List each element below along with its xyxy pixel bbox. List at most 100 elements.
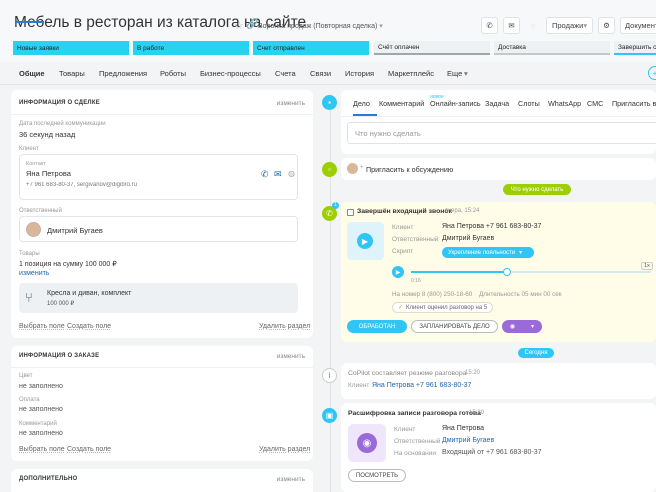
responsible-label: Ответственный bbox=[19, 208, 62, 214]
products-label: Товары bbox=[19, 251, 40, 257]
stage-label: Счет отправлен bbox=[257, 44, 305, 52]
stage-4[interactable]: Счёт оплачен bbox=[374, 41, 490, 55]
stage-3[interactable]: Счет отправлен bbox=[253, 41, 369, 55]
activity-tab-1[interactable]: Дело bbox=[353, 99, 370, 108]
avatar[interactable] bbox=[26, 222, 41, 237]
document-label: Документ bbox=[625, 21, 656, 30]
activity-tab-4[interactable]: Задача bbox=[485, 99, 509, 108]
products-edit-link[interactable]: изменить bbox=[19, 270, 49, 277]
add-icon[interactable]: + bbox=[648, 66, 656, 80]
script-name: Укрепление лояльности bbox=[448, 249, 516, 256]
chat-icon: ▫ bbox=[322, 162, 337, 177]
tab-2[interactable]: Товары bbox=[59, 69, 85, 78]
stage-label: Доставка bbox=[498, 43, 526, 51]
tab-1[interactable]: Общие bbox=[19, 69, 45, 78]
tab-3[interactable]: Предложения bbox=[99, 69, 147, 78]
call-client[interactable]: Яна Петрова +7 961 683-80-37 bbox=[442, 223, 541, 230]
link-icon[interactable]: 🔗 bbox=[246, 19, 258, 30]
chevron-down-icon: ▾ bbox=[531, 324, 535, 330]
document-icon: ▣ bbox=[322, 408, 337, 423]
phone-icon[interactable]: ✆ bbox=[261, 169, 269, 180]
audio-track[interactable] bbox=[411, 268, 651, 276]
copilot-client-label: Клиент bbox=[348, 382, 370, 389]
transcript-client-label: Клиент bbox=[394, 426, 416, 433]
stage-label: Счёт оплачен bbox=[378, 43, 420, 51]
call-script-label: Скрипт bbox=[392, 248, 414, 255]
product-item[interactable]: ⑂ Кресла и диван, комплект 100 000 ₽ bbox=[19, 283, 298, 313]
audio-scrubber[interactable] bbox=[503, 268, 511, 276]
today-pill: Сегодня bbox=[518, 348, 554, 358]
star-icon[interactable]: ☆ bbox=[234, 19, 244, 32]
tab-4[interactable]: Роботы bbox=[160, 69, 186, 78]
audio-thumbnail[interactable]: ▶ bbox=[347, 222, 384, 260]
extra-edit-link[interactable]: изменить bbox=[277, 476, 305, 483]
order-info-edit-link[interactable]: изменить bbox=[277, 353, 305, 360]
select-field-link[interactable]: Выбрать поле bbox=[19, 323, 65, 330]
client-label: Клиент bbox=[19, 146, 39, 152]
extra-card: ДОПОЛНИТЕЛЬНО изменить bbox=[11, 469, 313, 492]
tab-8[interactable]: История bbox=[345, 69, 374, 78]
contact-name[interactable]: Яна Петрова bbox=[26, 169, 71, 178]
info-icon: i bbox=[322, 368, 337, 383]
tab-9[interactable]: Маркетплейс bbox=[388, 69, 434, 78]
create-field-link[interactable]: Создать поле bbox=[67, 446, 111, 453]
plan-task-button[interactable]: ЗАПЛАНИРОВАТЬ ДЕЛО bbox=[411, 320, 498, 333]
todo-placeholder: Что нужно сделать bbox=[355, 129, 421, 138]
transcript-title: Расшифровка записи разговора готова bbox=[348, 410, 481, 417]
document-button[interactable]: Документ bbox=[620, 17, 656, 34]
processed-button[interactable]: ОБРАБОТАН bbox=[347, 320, 407, 333]
phone-button[interactable]: ✆ bbox=[481, 17, 498, 34]
copilot-icon: ◉ bbox=[509, 324, 516, 330]
tabs-divider bbox=[0, 84, 656, 85]
transcript-client[interactable]: Яна Петрова bbox=[442, 425, 484, 432]
contact-details: +7 961 683-80-37, sergivanov@digibro.ru bbox=[26, 182, 137, 188]
activity-tab-2[interactable]: Комментарий bbox=[379, 99, 424, 108]
activity-tab-5[interactable]: Слоты bbox=[518, 99, 540, 108]
activity-tab-6[interactable]: WhatsApp bbox=[548, 99, 581, 108]
stage-5[interactable]: Доставка bbox=[494, 41, 610, 55]
deal-info-edit-link[interactable]: изменить bbox=[277, 100, 305, 107]
tab-7[interactable]: Связи bbox=[310, 69, 331, 78]
sales-button[interactable]: Продажи ▾ bbox=[546, 17, 593, 34]
funnel-selector[interactable]: Воронка продаж (Повторная сделка) ▾ bbox=[258, 22, 383, 30]
call-title: Завершён входящий звонок bbox=[357, 208, 452, 215]
transcript-thumbnail[interactable]: ◉ bbox=[348, 424, 386, 462]
gear-icon: ⚙ bbox=[603, 21, 610, 30]
activity-tab-3[interactable]: Онлайн-запись bbox=[430, 99, 481, 108]
view-button[interactable]: ПОСМОТРЕТЬ bbox=[348, 469, 406, 482]
order-info-heading: ИНФОРМАЦИЯ О ЗАКАЗЕ bbox=[19, 353, 100, 359]
delete-section-link[interactable]: Удалить раздел bbox=[259, 446, 310, 453]
speed-control[interactable]: 1x bbox=[641, 262, 653, 270]
copilot-client[interactable]: Яна Петрова +7 961 683-80-37 bbox=[372, 382, 471, 389]
divider bbox=[11, 114, 313, 115]
mail-icon[interactable]: ✉ bbox=[274, 169, 282, 180]
tab-10[interactable]: Еще bbox=[447, 69, 462, 78]
activity-tab-7[interactable]: СМС bbox=[587, 99, 603, 108]
copilot-title: CoPilot составляет резюме разговора bbox=[348, 370, 467, 377]
copilot-button[interactable]: ◉ ▾ bbox=[502, 320, 542, 333]
responsible-name[interactable]: Дмитрий Бугаев bbox=[47, 226, 103, 235]
tab-5[interactable]: Бизнес-процессы bbox=[200, 69, 261, 78]
stage-2[interactable]: В работе bbox=[133, 41, 249, 55]
chevron-down-icon: ▾ bbox=[519, 250, 523, 256]
tab-6[interactable]: Счета bbox=[275, 69, 296, 78]
create-field-link[interactable]: Создать поле bbox=[67, 323, 111, 330]
chat-icon[interactable]: ◌ bbox=[526, 17, 540, 34]
play-icon: ▶ bbox=[357, 233, 373, 249]
delete-section-link[interactable]: Удалить раздел bbox=[259, 323, 310, 330]
transcript-card: Расшифровка записи разговора готова 15:2… bbox=[341, 403, 656, 492]
settings-button[interactable]: ⚙ bbox=[598, 17, 615, 34]
mail-button[interactable]: ✉ bbox=[503, 17, 520, 34]
stage-6[interactable]: Завершить сде bbox=[614, 41, 656, 55]
chat-icon[interactable]: ◍ bbox=[288, 169, 295, 178]
select-field-link[interactable]: Выбрать поле bbox=[19, 446, 65, 453]
transcript-resp[interactable]: Дмитрий Бугаев bbox=[442, 437, 494, 444]
script-pill[interactable]: Укрепление лояльности ▾ bbox=[442, 247, 534, 258]
call-resp[interactable]: Дмитрий Бугаев bbox=[442, 235, 494, 242]
play-button[interactable]: ▶ bbox=[392, 266, 404, 278]
todo-input[interactable]: Что нужно сделать bbox=[347, 122, 656, 144]
activity-tab-8[interactable]: Пригласить в ч bbox=[612, 99, 656, 108]
done-checkbox[interactable] bbox=[347, 209, 354, 216]
stage-1[interactable]: Новые заявки bbox=[13, 41, 129, 55]
invite-row[interactable]: + Пригласить к обсуждению bbox=[341, 158, 656, 180]
